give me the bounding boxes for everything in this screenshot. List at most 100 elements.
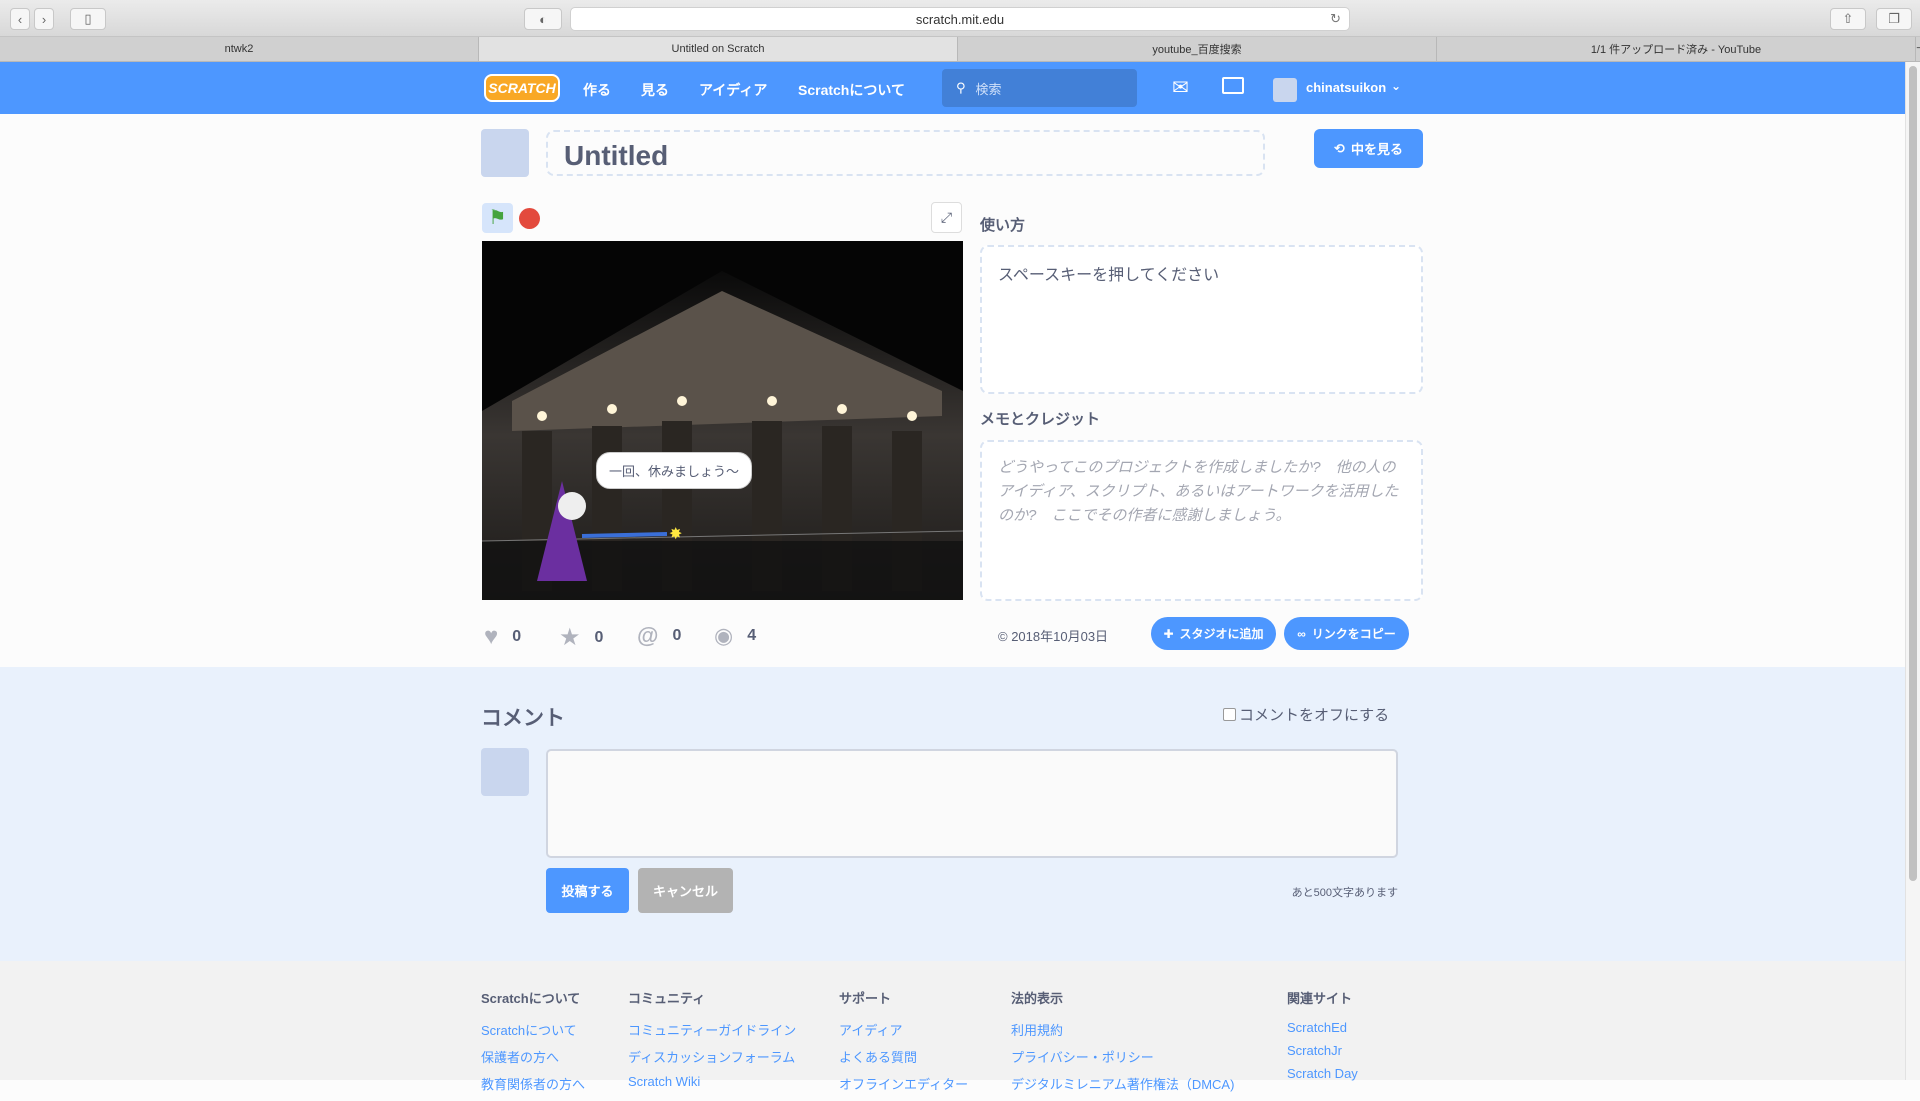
footer-col-related: 関連サイト ScratchEd ScratchJr Scratch Day <box>1287 988 1358 1089</box>
my-stuff-icon[interactable] <box>1222 77 1244 94</box>
favorite-stat[interactable]: ★ 0 <box>559 623 603 652</box>
browser-toolbar: ‹ › ▯ ◐ scratch.mit.edu ↻ ⇧ ❐ <box>0 0 1920 37</box>
remix-count: 0 <box>672 627 682 644</box>
tab[interactable]: youtube_百度搜索 <box>958 37 1437 61</box>
instructions-textarea[interactable]: スペースキーを押してください <box>980 245 1423 394</box>
scratch-logo[interactable]: SCRATCH <box>484 74 560 102</box>
commenter-avatar <box>481 748 529 796</box>
project-stage[interactable]: ✸ 一回、休みましょう〜 <box>482 241 963 600</box>
nav-explore[interactable]: 見る <box>641 80 669 100</box>
username[interactable]: chinatsuikon <box>1306 80 1386 95</box>
tab[interactable]: ntwk2 <box>0 37 479 61</box>
footer-link[interactable]: プライバシー・ポリシー <box>1011 1047 1234 1066</box>
comments-section: コメント コメントをオフにする 投稿する キャンセル あと500文字あります <box>0 667 1905 961</box>
cancel-comment-button[interactable]: キャンセル <box>638 868 733 913</box>
heart-icon: ♥ <box>484 623 499 650</box>
footer-link[interactable]: Scratchについて <box>481 1020 585 1039</box>
remix-spiral-icon: @ <box>637 623 659 648</box>
footer-heading: 法的表示 <box>1011 991 1064 1006</box>
address-bar[interactable]: scratch.mit.edu ↻ <box>570 7 1350 31</box>
favorite-count: 0 <box>594 628 604 646</box>
star-icon: ★ <box>559 624 581 651</box>
project-date: © 2018年10月03日 <box>998 629 1109 644</box>
tab-bar: ntwk2 Untitled on Scratch youtube_百度搜索 1… <box>0 37 1920 62</box>
privacy-icon[interactable]: ◐ <box>524 8 562 30</box>
tabs-overview-icon[interactable]: ❐ <box>1876 8 1912 30</box>
footer: Scratchについて Scratchについて 保護者の方へ 教育関係者の方へ コミュ… <box>0 961 1905 1092</box>
love-stat[interactable]: ♥ 0 <box>484 623 521 651</box>
comments-off-toggle[interactable]: コメントをオフにする <box>1223 704 1389 725</box>
views-stat: ◉ 4 <box>714 623 756 649</box>
sidebar-toggle-icon[interactable]: ▯ <box>70 8 106 30</box>
footer-link[interactable]: 利用規約 <box>1011 1020 1234 1039</box>
page-scrollbar[interactable] <box>1905 62 1920 1080</box>
search-icon: ⚲ <box>956 80 966 95</box>
remix-stat: @0 <box>637 623 681 649</box>
scrollbar-thumb[interactable] <box>1909 66 1917 881</box>
footer-link[interactable]: Scratch Wiki <box>628 1074 796 1089</box>
add-to-studio-label: スタジオに追加 <box>1179 627 1264 641</box>
nav-create[interactable]: 作る <box>583 80 611 100</box>
project-author-avatar[interactable] <box>481 129 529 177</box>
fullscreen-icon[interactable]: ⤢ <box>931 202 962 233</box>
footer-col-support: サポートアイディアよくある質問 オフラインエディター <box>839 988 968 1101</box>
footer-heading: サポート <box>839 991 892 1006</box>
footer-link[interactable]: Scratch Day <box>1287 1066 1358 1081</box>
footer-link[interactable]: ディスカッションフォーラム <box>628 1047 796 1066</box>
footer-link[interactable]: ScratchJr <box>1287 1043 1358 1058</box>
svg-text:✸: ✸ <box>669 526 682 543</box>
footer-link[interactable]: 保護者の方へ <box>481 1047 585 1066</box>
footer-link[interactable]: オフラインエディター <box>839 1074 968 1093</box>
back-button[interactable]: ‹ <box>10 8 30 30</box>
instructions-label: 使い方 <box>980 217 1026 234</box>
forward-button[interactable]: › <box>34 8 54 30</box>
remix-icon: ⟲ <box>1334 140 1345 156</box>
copy-link-button[interactable]: ∞ リンクをコピー <box>1284 617 1409 650</box>
char-remaining: あと500文字あります <box>1291 887 1398 899</box>
date-text: 2018年10月03日 <box>1011 629 1109 644</box>
plus-icon: ✚ <box>1163 626 1174 641</box>
notes-textarea[interactable]: どうやってこのプロジェクトを作成しましたか? 他の人のアイディア、スクリプト、あ… <box>980 440 1423 601</box>
messages-icon[interactable]: ✉ <box>1172 75 1189 100</box>
footer-link[interactable]: アイディア <box>839 1020 968 1039</box>
add-to-studio-button[interactable]: ✚ スタジオに追加 <box>1151 617 1276 650</box>
comment-input[interactable] <box>546 749 1398 858</box>
comments-title: コメント <box>481 707 565 730</box>
tab-active[interactable]: Untitled on Scratch <box>479 37 958 61</box>
footer-col-legal: 法的表示利用規約プライバシー・ポリシー デジタルミレニアム著作権法（DMCA) <box>1011 988 1234 1101</box>
footer-heading: コミュニティ <box>628 991 706 1006</box>
link-icon: ∞ <box>1297 626 1306 641</box>
footer-col-community: コミュニティコミュニティーガイドライン ディスカッションフォーラム Scratch … <box>628 988 796 1097</box>
search-input[interactable]: ⚲ 検索 <box>942 69 1137 107</box>
url-text: scratch.mit.edu <box>915 11 1005 27</box>
stage-backdrop: ✸ <box>482 241 963 600</box>
stop-icon[interactable] <box>519 208 540 229</box>
notes-label: メモとクレジット <box>980 411 1101 428</box>
speech-bubble: 一回、休みましょう〜 <box>596 452 753 489</box>
new-tab-button[interactable]: + <box>1916 37 1920 61</box>
footer-link[interactable]: 教育関係者の方へ <box>481 1074 585 1093</box>
footer-link[interactable]: ScratchEd <box>1287 1020 1358 1035</box>
search-placeholder: 検索 <box>975 81 1002 97</box>
nav-about[interactable]: Scratchについて <box>798 80 905 100</box>
comments-off-label: コメントをオフにする <box>1239 707 1390 724</box>
see-inside-label: 中を見る <box>1350 142 1403 157</box>
green-flag-icon[interactable]: ⚑ <box>482 203 513 233</box>
view-count: 4 <box>747 627 757 644</box>
tab[interactable]: 1/1 件アップロード済み - YouTube <box>1437 37 1916 61</box>
user-avatar[interactable] <box>1273 78 1297 102</box>
eye-icon: ◉ <box>714 623 734 648</box>
copy-link-label: リンクをコピー <box>1311 627 1396 641</box>
reload-icon[interactable]: ↻ <box>1330 11 1341 27</box>
love-count: 0 <box>512 628 522 645</box>
footer-link[interactable]: デジタルミレニアム著作権法（DMCA) <box>1011 1074 1234 1093</box>
see-inside-button[interactable]: ⟲ 中を見る <box>1314 129 1423 168</box>
share-icon[interactable]: ⇧ <box>1830 8 1866 30</box>
footer-link[interactable]: コミュニティーガイドライン <box>628 1020 796 1039</box>
footer-link[interactable]: よくある質問 <box>839 1047 968 1066</box>
post-comment-button[interactable]: 投稿する <box>546 868 629 913</box>
chevron-down-icon[interactable]: ⌄ <box>1391 79 1401 93</box>
project-title-input[interactable]: Untitled <box>546 130 1265 176</box>
comments-off-checkbox[interactable] <box>1223 708 1236 721</box>
nav-ideas[interactable]: アイディア <box>699 80 767 100</box>
